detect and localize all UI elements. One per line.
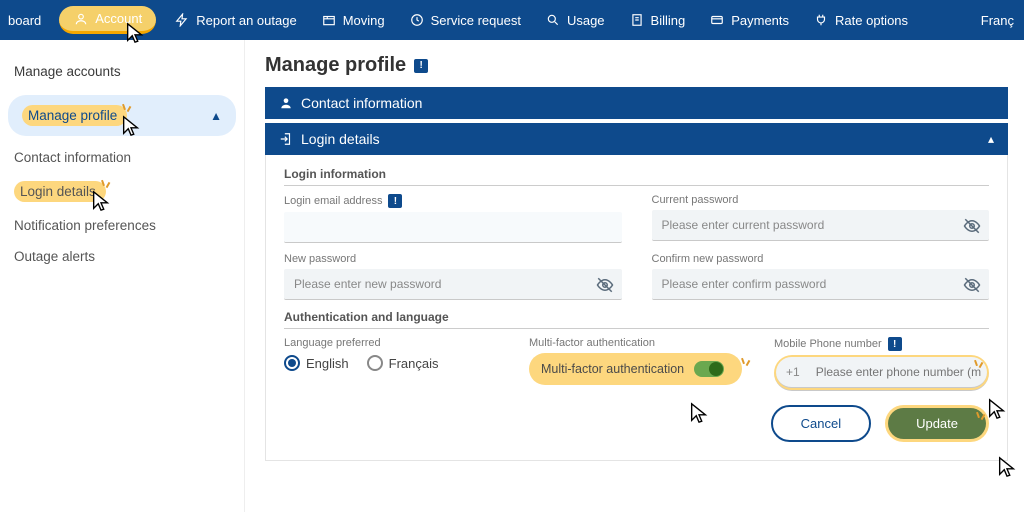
top-nav: board Account Report an outage Moving Se… [0,0,1024,40]
info-icon[interactable]: ! [414,59,428,73]
sidebar-item-notification-prefs[interactable]: Notification preferences [0,210,244,241]
sidebar-item-outage-alerts[interactable]: Outage alerts [0,241,244,272]
current-password-input[interactable] [652,210,990,241]
update-button-highlight: Update [885,405,989,442]
user-icon [73,11,89,27]
label-phone: Mobile Phone number ! [774,337,989,351]
label-current-password: Current password [652,194,990,206]
nav-rate-options[interactable]: Rate options [801,0,920,40]
info-icon[interactable]: ! [888,337,902,351]
nav-moving[interactable]: Moving [309,0,397,40]
update-button[interactable]: Update [888,408,986,439]
invoice-icon [629,12,645,28]
confirm-password-input[interactable] [652,269,990,300]
label-new-password: New password [284,253,622,265]
nav-account[interactable]: Account [59,6,156,34]
section-auth-lang: Authentication and language [284,310,989,329]
section-login-info: Login information [284,167,989,186]
sidebar-item-contact-info[interactable]: Contact information [0,142,244,173]
nav-dashboard[interactable]: board [4,0,53,40]
new-password-input[interactable] [284,269,622,300]
radio-francais[interactable]: Français [367,355,439,371]
plug-icon [813,12,829,28]
sidebar-item-manage-accounts[interactable]: Manage accounts [0,54,244,89]
nav-account-label: Account [95,11,142,26]
mfa-toggle-pill[interactable]: Multi-factor authentication [529,353,742,385]
nav-report-outage[interactable]: Report an outage [162,0,308,40]
chevron-up-icon: ▲ [210,109,222,123]
eye-off-icon[interactable] [963,276,981,294]
phone-input[interactable] [810,357,987,387]
sidebar-item-manage-profile[interactable]: Manage profile ▲ [8,95,236,136]
panel-login-header[interactable]: Login details ▴ [265,123,1008,155]
login-icon [279,132,293,146]
nav-usage[interactable]: Usage [533,0,617,40]
nav-language-toggle[interactable]: Franç [969,0,1020,40]
panel-login-body: Login information Login email address ! … [265,155,1008,461]
phone-country-code: +1 [776,357,810,387]
label-login-email: Login email address ! [284,194,622,208]
nav-service-request[interactable]: Service request [397,0,533,40]
label-mfa: Multi-factor authentication [529,337,744,349]
label-confirm-password: Confirm new password [652,253,990,265]
panel-contact-header[interactable]: Contact information [265,87,1008,119]
clock-icon [409,12,425,28]
card-icon [709,12,725,28]
magnify-icon [545,12,561,28]
sidebar-item-login-details[interactable]: Login details [0,173,244,210]
nav-payments[interactable]: Payments [697,0,801,40]
label-language: Language preferred [284,337,499,349]
bolt-icon [174,12,190,28]
eye-off-icon[interactable] [596,276,614,294]
eye-off-icon[interactable] [963,217,981,235]
login-email-input[interactable] [284,212,622,243]
sidebar: Manage accounts Manage profile ▲ Contact… [0,40,245,512]
page-title: Manage profile ! [265,54,1008,77]
toggle-switch[interactable] [694,361,724,377]
info-icon[interactable]: ! [388,194,402,208]
chevron-up-icon: ▴ [988,132,994,146]
nav-billing[interactable]: Billing [617,0,698,40]
user-icon [279,96,293,110]
radio-english[interactable]: English [284,355,349,371]
cancel-button[interactable]: Cancel [771,405,871,442]
box-icon [321,12,337,28]
content: Manage profile ! Contact information Log… [245,40,1024,512]
